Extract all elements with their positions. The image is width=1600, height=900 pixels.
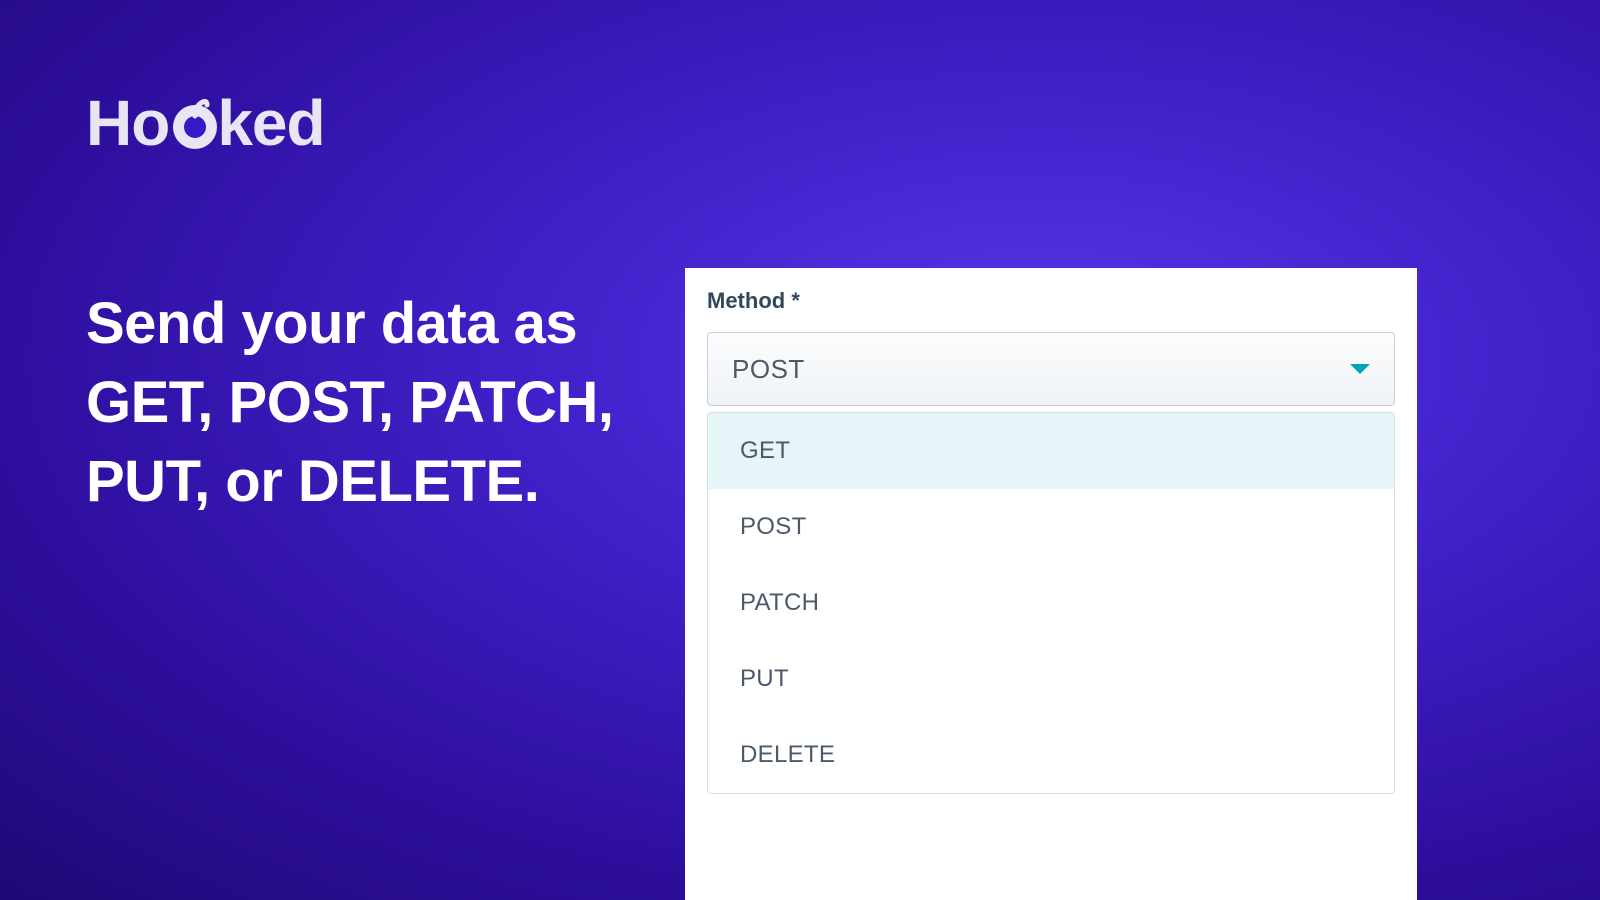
brand-name-part1: Ho (86, 86, 169, 160)
method-dropdown: GET POST PATCH PUT DELETE (707, 412, 1395, 794)
method-selected-value: POST (732, 354, 805, 385)
brand-logo: Ho ked (86, 86, 325, 160)
method-option-delete[interactable]: DELETE (708, 717, 1394, 793)
chevron-down-icon (1350, 364, 1370, 374)
method-option-put[interactable]: PUT (708, 641, 1394, 717)
method-field-label: Method * (707, 288, 1395, 314)
brand-name-part2: ked (217, 86, 324, 160)
headline-text: Send your data as GET, POST, PATCH, PUT,… (86, 285, 646, 522)
hook-icon (171, 92, 219, 150)
method-option-get[interactable]: GET (708, 413, 1394, 489)
method-option-post[interactable]: POST (708, 489, 1394, 565)
method-panel: Method * POST GET POST PATCH PUT DELETE (685, 268, 1417, 900)
method-option-patch[interactable]: PATCH (708, 565, 1394, 641)
method-select[interactable]: POST (707, 332, 1395, 406)
